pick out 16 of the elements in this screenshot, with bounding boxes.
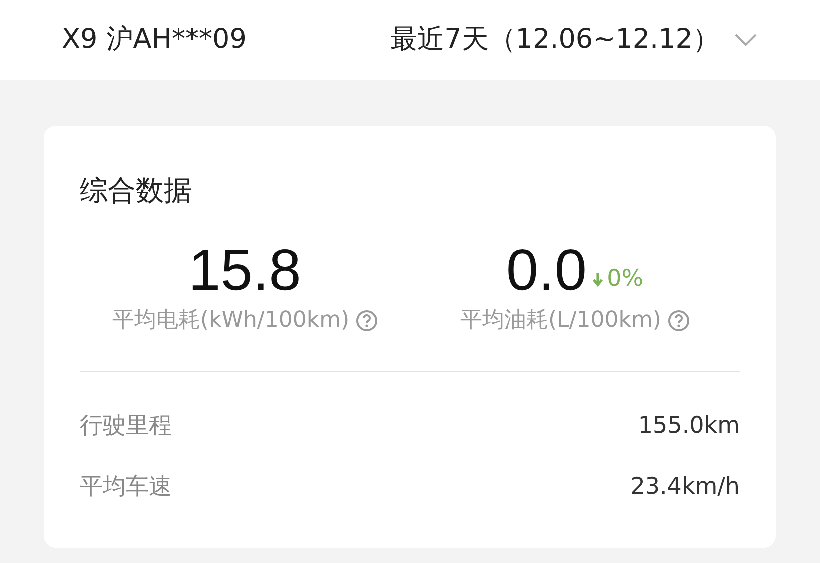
stat-label: 行驶里程 bbox=[80, 412, 172, 442]
stat-value: 23.4km/h bbox=[630, 473, 740, 502]
metric-value: 0.0 bbox=[506, 242, 588, 300]
stat-label: 平均车速 bbox=[80, 473, 172, 502]
help-icon[interactable] bbox=[356, 310, 378, 332]
chevron-down-icon[interactable] bbox=[734, 33, 758, 47]
change-percent: 0% bbox=[607, 264, 644, 294]
stat-value: 155.0km bbox=[638, 412, 740, 442]
vehicle-label: X9 沪AH***09 bbox=[62, 22, 247, 57]
metric-value: 15.8 bbox=[188, 242, 302, 300]
metric-label: 平均油耗(L/100km) bbox=[460, 307, 662, 335]
metric-label: 平均电耗(kWh/100km) bbox=[112, 307, 350, 335]
help-icon[interactable] bbox=[668, 310, 690, 332]
arrow-down-icon bbox=[593, 270, 604, 287]
card-title: 综合数据 bbox=[80, 173, 193, 209]
period-selector[interactable]: 最近7天（12.06~12.12） bbox=[390, 20, 720, 60]
